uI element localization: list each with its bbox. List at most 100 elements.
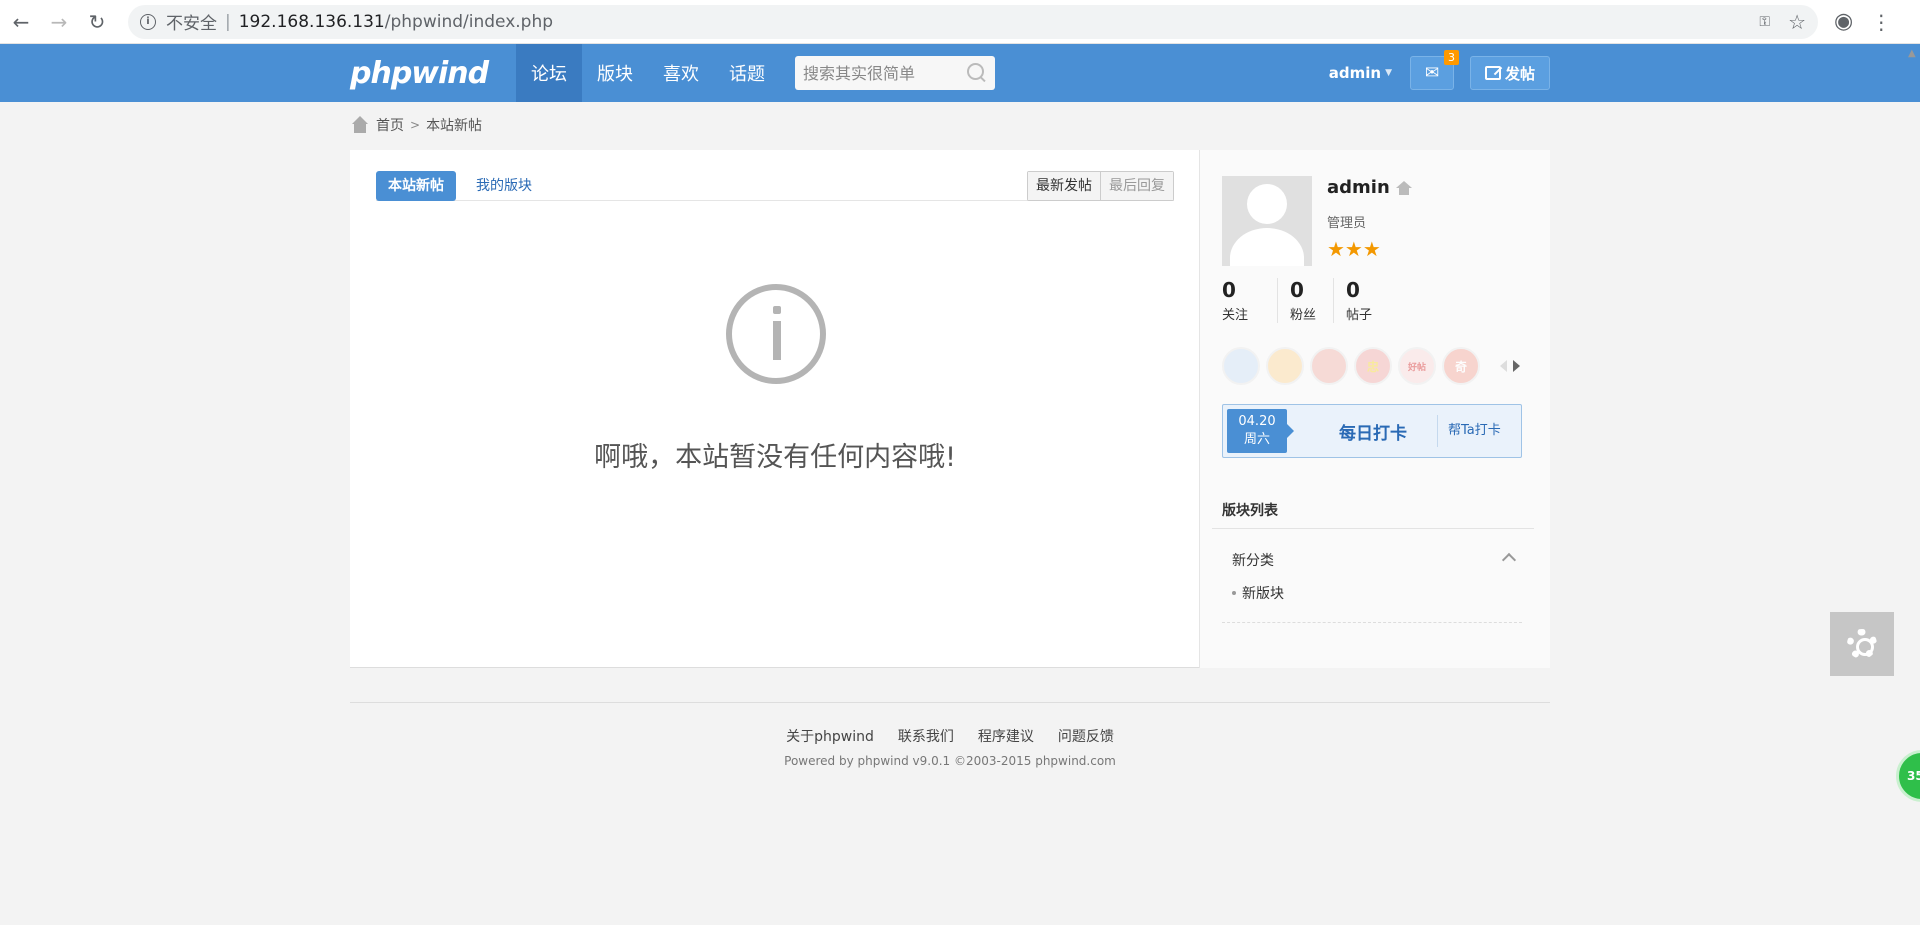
gear-icon bbox=[1847, 629, 1877, 659]
info-circle-icon bbox=[726, 284, 826, 384]
footer-link-feedback[interactable]: 问题反馈 bbox=[1058, 726, 1114, 746]
new-post-label: 发帖 bbox=[1504, 64, 1535, 83]
stat-label: 关注 bbox=[1222, 308, 1249, 323]
medal-icon[interactable] bbox=[1266, 347, 1304, 385]
footer-link-contact[interactable]: 联系我们 bbox=[898, 726, 954, 746]
stat-followers[interactable]: 0 粉丝 bbox=[1278, 278, 1334, 323]
category-name: 新分类 bbox=[1232, 553, 1274, 569]
sidebar: admin 管理员 ★★★ 0 关注 0 粉丝 0 帖子 忠 好帖 奇 04.2… bbox=[1200, 150, 1550, 668]
url-separator: | bbox=[225, 11, 231, 32]
scrollbar-arrow-icon[interactable]: ▲ bbox=[1908, 48, 1916, 59]
content-panel: 本站新帖 我的版块 最新发帖 最后回复 啊哦，本站暂没有任何内容哦! admin… bbox=[350, 150, 1550, 668]
stat-number: 0 bbox=[1290, 278, 1304, 302]
thread-tabs: 本站新帖 我的版块 最新发帖 最后回复 bbox=[376, 171, 1174, 201]
medal-next-icon[interactable] bbox=[1513, 360, 1520, 372]
sidebar-user: admin bbox=[1327, 177, 1412, 198]
forward-icon[interactable]: → bbox=[42, 5, 76, 39]
menu-icon[interactable]: ⋮ bbox=[1871, 10, 1891, 34]
stat-label: 帖子 bbox=[1346, 308, 1373, 323]
stat-number: 0 bbox=[1222, 278, 1236, 302]
sort-last-reply[interactable]: 最后回复 bbox=[1101, 172, 1173, 200]
info-icon[interactable]: i bbox=[140, 13, 156, 30]
footer-divider bbox=[350, 702, 1550, 703]
medal-icon[interactable]: 好帖 bbox=[1398, 347, 1436, 385]
new-post-button[interactable]: 发帖 bbox=[1470, 56, 1550, 90]
mail-icon: ✉ bbox=[1424, 63, 1440, 83]
tab-new-posts[interactable]: 本站新帖 bbox=[376, 171, 456, 201]
bullet-icon bbox=[1232, 591, 1236, 595]
nav-boards[interactable]: 版块 bbox=[582, 44, 648, 102]
breadcrumb: 首页 > 本站新帖 bbox=[350, 115, 482, 135]
divider bbox=[1222, 622, 1522, 623]
empty-message: 啊哦，本站暂没有任何内容哦! bbox=[594, 442, 956, 473]
checkin-date: 04.20 周六 bbox=[1227, 409, 1294, 453]
insecure-label: 不安全 bbox=[166, 14, 217, 34]
address-bar[interactable]: i 不安全 | 192.168.136.131 /phpwind/index.p… bbox=[128, 4, 1818, 39]
stat-posts[interactable]: 0 帖子 bbox=[1334, 278, 1390, 323]
stat-following[interactable]: 0 关注 bbox=[1222, 278, 1278, 323]
user-role: 管理员 bbox=[1327, 216, 1367, 231]
powered-by: Powered by phpwind v9.0.1 ©2003-2015 php… bbox=[784, 754, 1116, 768]
settings-button[interactable] bbox=[1830, 612, 1894, 676]
bookmark-star-icon[interactable]: ☆ bbox=[1788, 10, 1806, 34]
user-home-icon[interactable] bbox=[1395, 180, 1412, 195]
forum-category[interactable]: 新分类 bbox=[1232, 550, 1517, 570]
reload-icon[interactable]: ↻ bbox=[80, 5, 114, 39]
forum-board-item[interactable]: 新版块 bbox=[1232, 583, 1284, 603]
site-header: phpwind 论坛 版块 喜欢 话题 admin ▼ ✉ 3 发帖 bbox=[0, 44, 1920, 102]
url-path: /phpwind/index.php bbox=[384, 11, 554, 32]
key-icon[interactable]: ⚿ bbox=[1759, 14, 1770, 30]
divider bbox=[1212, 528, 1534, 529]
main-content: 本站新帖 我的版块 最新发帖 最后回复 啊哦，本站暂没有任何内容哦! bbox=[350, 150, 1200, 668]
checkin-button[interactable]: 每日打卡 bbox=[1293, 419, 1453, 444]
search-icon[interactable] bbox=[967, 63, 987, 83]
daily-checkin: 04.20 周六 每日打卡 帮Ta打卡 bbox=[1222, 404, 1522, 458]
messages-button[interactable]: ✉ 3 bbox=[1410, 50, 1459, 90]
checkin-date-day: 04.20 bbox=[1238, 414, 1276, 429]
footer-link-suggest[interactable]: 程序建议 bbox=[978, 726, 1034, 746]
speed-ball-widget[interactable]: 35 bbox=[1896, 750, 1920, 802]
breadcrumb-separator: > bbox=[410, 118, 421, 132]
medal-icon[interactable] bbox=[1222, 347, 1260, 385]
back-icon[interactable]: ← bbox=[4, 5, 38, 39]
medal-icon[interactable]: 忠 bbox=[1354, 347, 1392, 385]
avatar[interactable] bbox=[1222, 176, 1312, 266]
nav-likes[interactable]: 喜欢 bbox=[648, 44, 714, 102]
medal-prev-icon[interactable] bbox=[1500, 360, 1507, 372]
footer-links: 关于phpwind 联系我们 程序建议 问题反馈 bbox=[350, 726, 1550, 746]
breadcrumb-home[interactable]: 首页 bbox=[376, 115, 404, 135]
caret-down-icon: ▼ bbox=[1385, 68, 1392, 78]
stat-label: 粉丝 bbox=[1290, 308, 1317, 323]
search-box bbox=[795, 56, 995, 90]
header-username: admin bbox=[1328, 64, 1382, 82]
home-icon[interactable] bbox=[350, 116, 370, 134]
nav-forum[interactable]: 论坛 bbox=[516, 44, 582, 102]
browser-toolbar: ← → ↻ i 不安全 | 192.168.136.131 /phpwind/i… bbox=[0, 0, 1920, 44]
help-checkin-link[interactable]: 帮Ta打卡 bbox=[1437, 415, 1501, 447]
user-rating-stars: ★★★ bbox=[1327, 237, 1381, 261]
user-menu[interactable]: admin ▼ bbox=[1329, 64, 1392, 82]
edit-icon bbox=[1484, 66, 1501, 80]
search-input[interactable] bbox=[803, 63, 963, 83]
tab-my-boards[interactable]: 我的版块 bbox=[476, 171, 532, 201]
message-count-badge: 3 bbox=[1444, 50, 1459, 65]
medal-icon[interactable] bbox=[1310, 347, 1348, 385]
checkin-weekday: 周六 bbox=[1243, 432, 1270, 447]
account-icon[interactable]: ◉ bbox=[1834, 9, 1853, 34]
forum-list-title: 版块列表 bbox=[1222, 503, 1278, 519]
sidebar-username[interactable]: admin bbox=[1327, 177, 1390, 198]
user-stats: 0 关注 0 粉丝 0 帖子 bbox=[1222, 278, 1390, 323]
medal-list: 忠 好帖 奇 bbox=[1222, 347, 1520, 385]
chevron-up-icon[interactable] bbox=[1501, 552, 1517, 568]
sort-toggle: 最新发帖 最后回复 bbox=[1027, 171, 1174, 201]
footer-link-about[interactable]: 关于phpwind bbox=[786, 726, 874, 746]
medal-icon[interactable]: 奇 bbox=[1442, 347, 1480, 385]
stat-number: 0 bbox=[1346, 278, 1360, 302]
board-name: 新版块 bbox=[1242, 586, 1284, 602]
nav-topics[interactable]: 话题 bbox=[714, 44, 780, 102]
main-nav: 论坛 版块 喜欢 话题 bbox=[516, 44, 780, 102]
sort-latest-post[interactable]: 最新发帖 bbox=[1028, 172, 1101, 200]
breadcrumb-current: 本站新帖 bbox=[426, 118, 483, 134]
url-host: 192.168.136.131 bbox=[238, 11, 385, 32]
site-logo[interactable]: phpwind bbox=[350, 56, 516, 91]
